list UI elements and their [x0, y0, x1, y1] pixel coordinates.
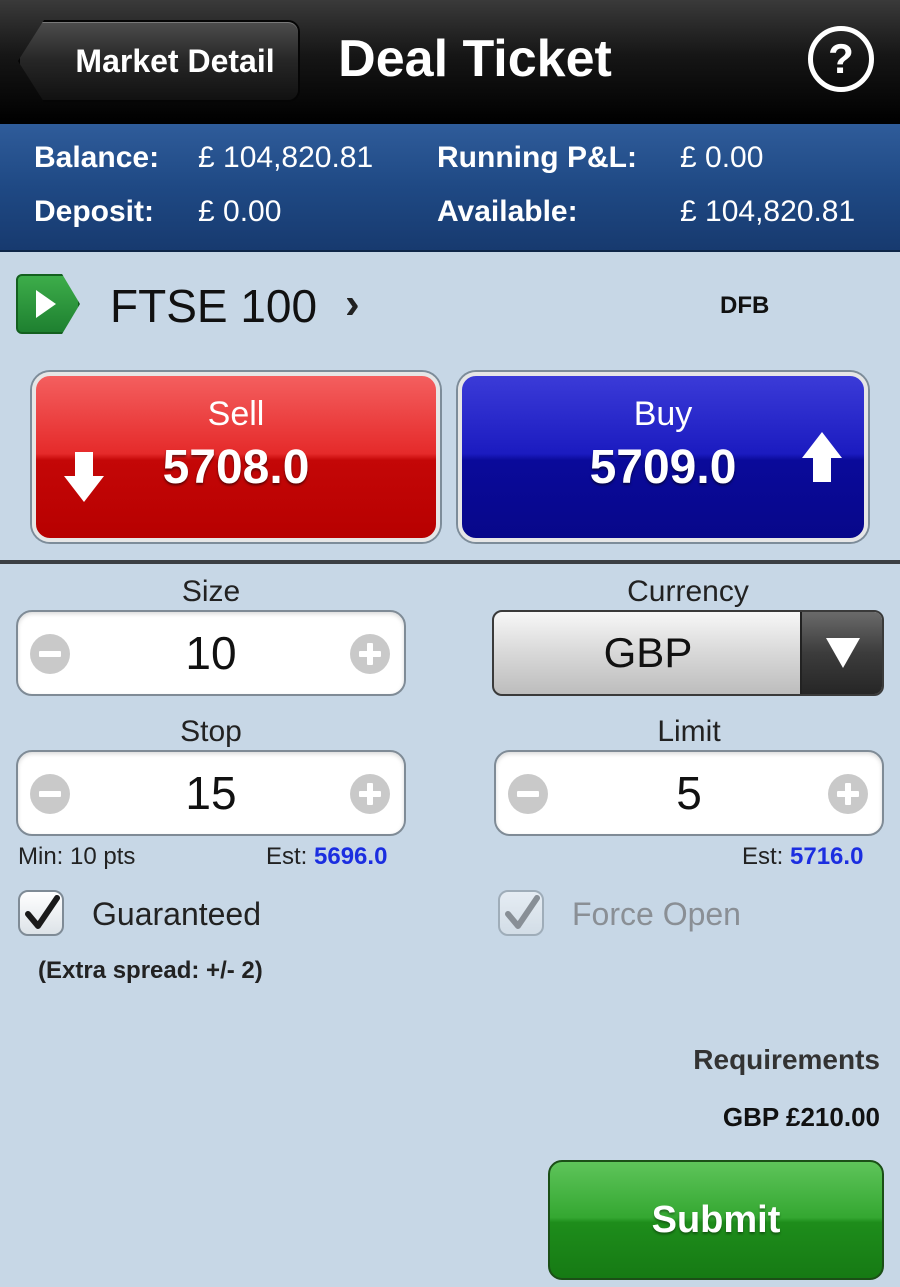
- deposit-label: Deposit:: [34, 195, 154, 228]
- stop-est-value: 5696.0: [314, 843, 388, 870]
- page-title: Deal Ticket: [338, 30, 612, 88]
- stop-stepper[interactable]: 15: [16, 750, 406, 836]
- limit-est-label: Est:: [742, 843, 784, 870]
- minus-icon[interactable]: [30, 774, 70, 814]
- available-label: Available:: [437, 195, 578, 228]
- play-icon[interactable]: [16, 274, 80, 334]
- navigation-bar: Market Detail Deal Ticket ?: [0, 0, 900, 124]
- arrow-down-icon: [64, 452, 104, 502]
- size-label: Size: [181, 575, 241, 608]
- market-row[interactable]: FTSE 100 › DFB: [0, 254, 900, 362]
- back-button-label: Market Detail: [75, 42, 275, 79]
- help-icon[interactable]: ?: [808, 26, 874, 92]
- product-type-label: DFB: [720, 292, 770, 319]
- limit-estimate: Est: 5716.0: [742, 842, 863, 872]
- guaranteed-checkbox[interactable]: [18, 890, 64, 936]
- force-open-label[interactable]: Force Open: [572, 894, 741, 934]
- limit-label: Limit: [657, 715, 721, 748]
- chevron-right-icon[interactable]: ›: [345, 276, 360, 332]
- sell-label: Sell: [207, 395, 265, 433]
- plus-icon[interactable]: [350, 634, 390, 674]
- balance-label: Balance:: [34, 141, 160, 174]
- dropdown-arrow-icon[interactable]: [800, 612, 882, 694]
- account-summary: Balance: £ 104,820.81 Running P&L: £ 0.0…: [0, 124, 900, 252]
- plus-icon[interactable]: [828, 774, 868, 814]
- deposit-value: £ 0.00: [198, 195, 282, 228]
- buy-button[interactable]: Buy 5709.0: [458, 372, 868, 542]
- limit-stepper[interactable]: 5: [494, 750, 884, 836]
- available-value: £ 104,820.81: [680, 195, 856, 228]
- checkmark-icon: [25, 895, 60, 929]
- limit-value[interactable]: 5: [556, 752, 822, 834]
- running-pl-value: £ 0.00: [680, 141, 764, 174]
- balance-value: £ 104,820.81: [198, 141, 374, 174]
- buy-label: Buy: [633, 395, 693, 433]
- minus-icon[interactable]: [508, 774, 548, 814]
- submit-button[interactable]: Submit: [548, 1160, 884, 1280]
- extra-spread-note: (Extra spread: +/- 2): [38, 957, 263, 984]
- requirements-value: GBP £210.00: [722, 1102, 880, 1132]
- currency-select[interactable]: GBP: [492, 610, 884, 696]
- currency-value: GBP: [603, 629, 693, 676]
- size-value[interactable]: 10: [78, 612, 344, 694]
- minus-icon[interactable]: [30, 634, 70, 674]
- requirements-label: Requirements: [693, 1044, 880, 1075]
- divider: [0, 560, 900, 564]
- checkmark-icon: [505, 895, 540, 929]
- limit-est-value: 5716.0: [790, 843, 864, 870]
- plus-icon[interactable]: [350, 774, 390, 814]
- stop-min-note: Min: 10 pts: [18, 843, 136, 870]
- running-pl-label: Running P&L:: [437, 141, 637, 174]
- sell-button[interactable]: Sell 5708.0: [32, 372, 440, 542]
- stop-label: Stop: [180, 715, 242, 748]
- back-button[interactable]: Market Detail: [18, 20, 300, 102]
- stop-est-label: Est:: [266, 843, 308, 870]
- market-name[interactable]: FTSE 100: [110, 278, 317, 334]
- guaranteed-label[interactable]: Guaranteed: [92, 894, 261, 934]
- stop-estimate: Est: 5696.0: [266, 842, 387, 872]
- arrow-up-icon: [802, 432, 842, 482]
- stop-value[interactable]: 15: [78, 752, 344, 834]
- currency-label: Currency: [627, 575, 749, 608]
- size-stepper[interactable]: 10: [16, 610, 406, 696]
- force-open-checkbox[interactable]: [498, 890, 544, 936]
